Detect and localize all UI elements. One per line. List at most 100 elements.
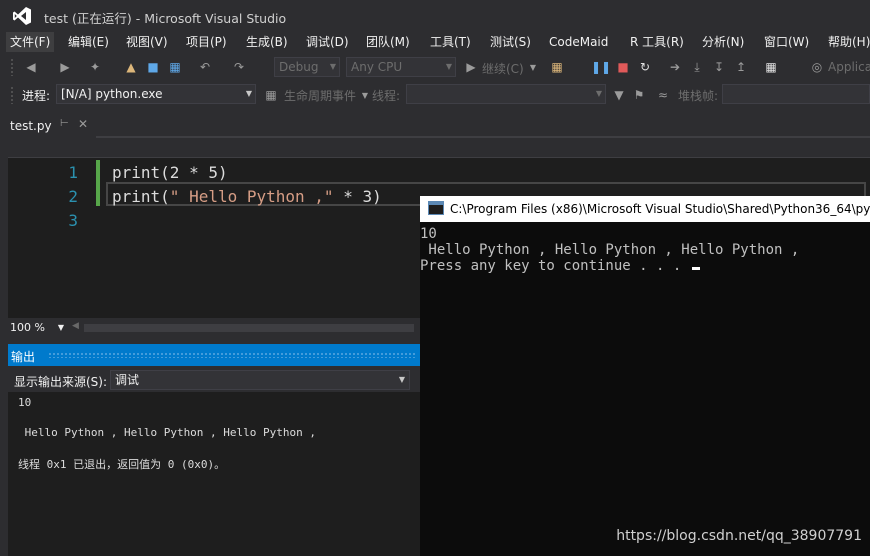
zoom-value: 100 % <box>10 321 45 334</box>
restart-icon[interactable]: ↻ <box>636 58 654 76</box>
step-into-icon[interactable]: ⤓ <box>688 58 706 76</box>
solution-configuration-value: Debug <box>279 60 319 74</box>
output-line: 线程 0x1 已退出，返回值为 0 (0x0)。 <box>18 458 226 471</box>
menu-file[interactable]: 文件(F) <box>6 32 55 52</box>
line-number: 1 <box>68 163 78 182</box>
toolbar-grip[interactable] <box>10 58 14 76</box>
output-panel-title: 输出 <box>11 350 36 364</box>
lifecycle-events-button[interactable]: 生命周期事件 <box>284 87 356 104</box>
chevron-down-icon: ▼ <box>398 375 405 384</box>
toggle-threads-icon[interactable]: ≈ <box>654 86 672 104</box>
zoom-select[interactable]: 100 % ▼ <box>8 320 66 336</box>
stack-frame-select[interactable] <box>722 84 870 104</box>
menu-edit[interactable]: 编辑(E) <box>64 32 113 52</box>
panel-drag-grip[interactable] <box>48 352 416 358</box>
menu-analyze[interactable]: 分析(N) <box>698 32 748 52</box>
process-select[interactable]: [N/A] python.exe ▼ <box>56 84 256 104</box>
redo-icon[interactable]: ↷ <box>230 58 248 76</box>
toolbar-grip[interactable] <box>10 86 14 104</box>
change-tracking-bar <box>96 160 100 206</box>
chevron-down-icon: ▼ <box>57 323 64 332</box>
document-tab-strip: test.py ⊢ ✕ <box>0 114 870 138</box>
close-icon[interactable]: ✕ <box>78 117 88 131</box>
output-line: Hello Python , Hello Python , Hello Pyth… <box>18 426 317 439</box>
horizontal-scrollbar[interactable] <box>84 324 414 332</box>
thread-select[interactable]: ▼ <box>406 84 606 104</box>
continue-play-icon[interactable]: ▶ <box>462 58 480 76</box>
output-panel: 输出 显示输出来源(S): 调试 ▼ 10 Hello Python , Hel… <box>8 344 420 556</box>
save-all-icon[interactable]: ▦ <box>166 58 184 76</box>
show-next-statement-icon[interactable]: ➔ <box>666 58 684 76</box>
console-line: Hello Python , Hello Python , Hello Pyth… <box>420 242 800 258</box>
chevron-down-icon: ▼ <box>245 89 252 98</box>
visual-studio-logo-icon <box>13 7 31 25</box>
code-text: * 3) <box>333 187 382 206</box>
break-all-pause-icon[interactable]: ❚❚ <box>591 58 611 76</box>
flag-threads-icon[interactable]: ⚑ <box>630 86 648 104</box>
code-line[interactable]: print(" Hello Python ," * 3) <box>112 187 382 206</box>
menu-project[interactable]: 项目(P) <box>182 32 231 52</box>
solution-platform-select[interactable]: Any CPU ▼ <box>346 57 456 77</box>
chevron-down-icon: ▼ <box>445 62 452 71</box>
save-icon[interactable]: ■ <box>144 58 162 76</box>
tab-title: test.py <box>10 119 52 133</box>
text-cursor <box>691 267 700 270</box>
stop-debugging-icon[interactable]: ■ <box>614 58 632 76</box>
menu-bar: 文件(F) 编辑(E) 视图(V) 项目(P) 生成(B) 调试(D) 团队(M… <box>0 32 870 52</box>
stack-frame-label: 堆栈帧: <box>678 89 719 103</box>
pin-icon[interactable]: ⊢ <box>60 118 69 129</box>
application-insights-button[interactable]: Applica <box>828 60 870 74</box>
menu-view[interactable]: 视图(V) <box>122 32 172 52</box>
lifecycle-events-icon[interactable]: ▦ <box>262 86 280 104</box>
scroll-left-icon[interactable]: ◀ <box>72 321 79 331</box>
menu-help[interactable]: 帮助(H) <box>824 32 870 52</box>
filter-icon[interactable]: ▼ <box>610 86 628 104</box>
hex-display-icon[interactable]: ▦ <box>762 58 780 76</box>
menu-build[interactable]: 生成(B) <box>242 32 292 52</box>
console-icon <box>428 201 444 215</box>
title-bar: test (正在运行) - Microsoft Visual Studio <box>0 0 870 32</box>
continue-button[interactable]: 继续(C) <box>482 60 524 77</box>
console-line: 10 <box>420 226 437 242</box>
console-title-bar[interactable]: C:\Program Files (x86)\Microsoft Visual … <box>420 196 870 222</box>
menu-team[interactable]: 团队(M) <box>362 32 414 52</box>
console-window[interactable]: C:\Program Files (x86)\Microsoft Visual … <box>420 196 870 556</box>
console-title: C:\Program Files (x86)\Microsoft Visual … <box>450 202 870 216</box>
open-file-icon[interactable]: ▲ <box>122 58 140 76</box>
menu-r-tools[interactable]: R 工具(R) <box>626 32 688 52</box>
new-project-icon[interactable]: ✦ <box>86 58 104 76</box>
tab-test-py[interactable]: test.py ⊢ ✕ <box>0 114 96 138</box>
console-line: Press any key to continue . . . <box>420 258 700 274</box>
menu-test[interactable]: 测试(S) <box>486 32 535 52</box>
menu-tools[interactable]: 工具(T) <box>426 32 475 52</box>
console-output[interactable]: 10 Hello Python , Hello Python , Hello P… <box>420 226 870 556</box>
navigate-forward-icon[interactable]: ▶ <box>56 58 74 76</box>
solution-platform-value: Any CPU <box>351 60 403 74</box>
line-number: 2 <box>68 187 78 206</box>
menu-codemaid[interactable]: CodeMaid <box>545 32 612 52</box>
debug-location-toolbar: 进程: [N/A] python.exe ▼ ▦ 生命周期事件 ▼ 线程: ▼ … <box>0 82 870 108</box>
navigate-back-icon[interactable]: ◀ <box>22 58 40 76</box>
code-line[interactable]: print(2 * 5) <box>112 163 228 182</box>
navigation-bar <box>8 140 870 158</box>
standard-toolbar: ◀ ▶ ✦ ▲ ■ ▦ ↶ ↷ Debug ▼ Any CPU ▼ ▶ 继续(C… <box>0 54 870 80</box>
window-title: test (正在运行) - Microsoft Visual Studio <box>44 11 287 26</box>
console-prompt-text: Press any key to continue . . . <box>420 258 690 274</box>
output-source-select[interactable]: 调试 ▼ <box>110 370 410 390</box>
menu-debug[interactable]: 调试(D) <box>302 32 353 52</box>
output-toolbar: 显示输出来源(S): 调试 ▼ <box>8 366 420 392</box>
application-insights-icon[interactable]: ◎ <box>808 58 826 76</box>
solution-configuration-select[interactable]: Debug ▼ <box>274 57 340 77</box>
process-value: [N/A] python.exe <box>61 87 163 101</box>
code-text: print(2 * 5) <box>112 163 228 182</box>
step-over-icon[interactable]: ↧ <box>710 58 728 76</box>
watermark-url: https://blog.csdn.net/qq_38907791 <box>616 528 862 544</box>
menu-window[interactable]: 窗口(W) <box>760 32 813 52</box>
output-panel-header[interactable]: 输出 <box>8 344 420 366</box>
step-out-icon[interactable]: ↥ <box>732 58 750 76</box>
thread-label: 线程: <box>372 89 401 103</box>
chevron-down-icon[interactable]: ▼ <box>524 58 542 76</box>
process-filter-icon[interactable]: ▦ <box>548 58 566 76</box>
undo-icon[interactable]: ↶ <box>196 58 214 76</box>
editor-zoom-bar: 100 % ▼ ◀ <box>8 318 420 338</box>
